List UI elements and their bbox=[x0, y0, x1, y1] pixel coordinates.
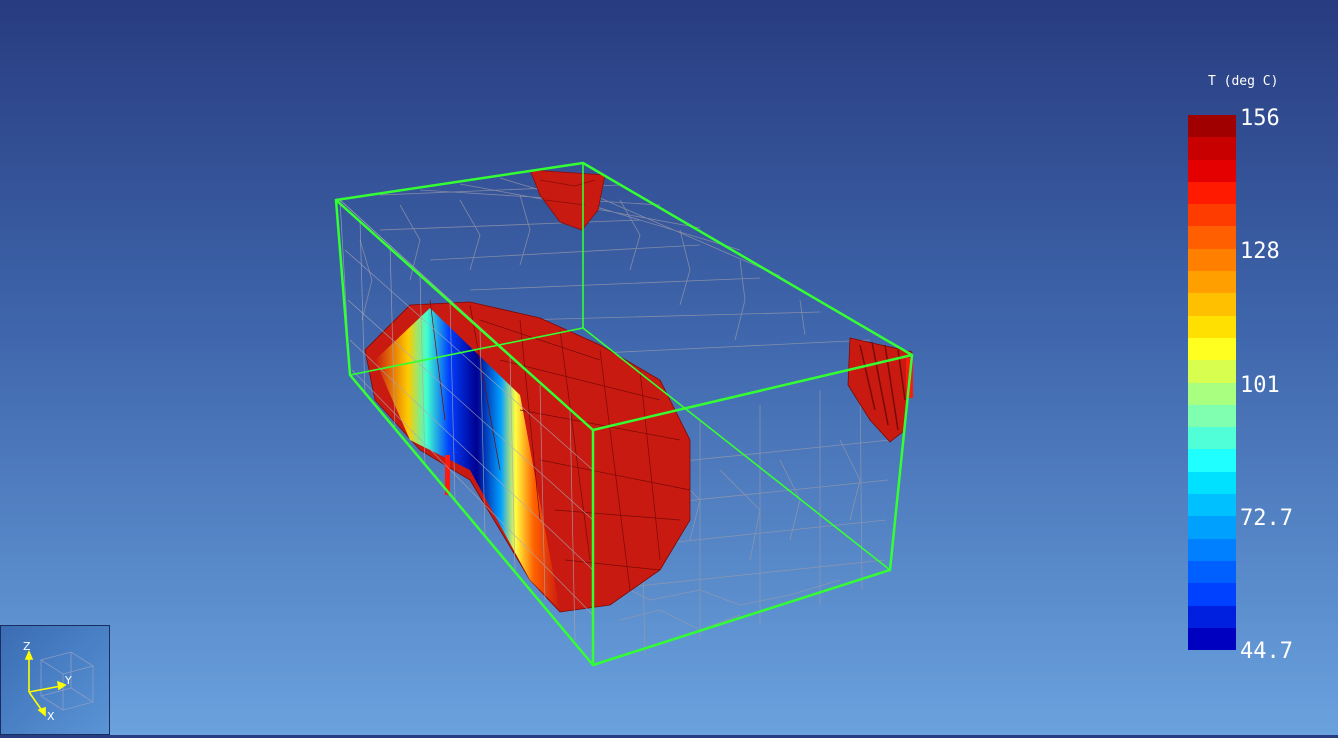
hot-region-right bbox=[847, 337, 913, 443]
colorbar-segment bbox=[1188, 315, 1236, 338]
colorbar-segment bbox=[1188, 115, 1236, 138]
colorbar-segment bbox=[1188, 248, 1236, 272]
colorbar-segment bbox=[1188, 159, 1236, 182]
3d-viewport[interactable] bbox=[0, 0, 1338, 735]
colorbar-segment bbox=[1188, 404, 1236, 428]
colorbar-tick-4: 72.7 bbox=[1240, 506, 1293, 531]
colorbar-segment bbox=[1188, 627, 1236, 651]
colorbar bbox=[1188, 115, 1236, 651]
colorbar-segment bbox=[1188, 204, 1236, 227]
colorbar-segment bbox=[1188, 271, 1236, 294]
colorbar-tick-max: 156 bbox=[1240, 106, 1280, 131]
colorbar-segment bbox=[1188, 471, 1236, 495]
axes-triad bbox=[24, 649, 94, 717]
colorbar-segment bbox=[1188, 449, 1236, 472]
colorbar-segment bbox=[1188, 382, 1236, 405]
colorbar-tick-3: 101 bbox=[1240, 373, 1280, 398]
axis-label-x: X bbox=[47, 710, 55, 723]
colorbar-segment bbox=[1188, 560, 1236, 584]
colorbar-segment bbox=[1188, 427, 1236, 450]
colorbar-segment bbox=[1188, 516, 1236, 539]
axis-label-z: Z bbox=[23, 640, 31, 653]
colorbar-segment bbox=[1188, 360, 1236, 383]
colorbar-segment bbox=[1188, 605, 1236, 628]
colorbar-tick-2: 128 bbox=[1240, 239, 1280, 264]
hot-region-top bbox=[529, 169, 606, 231]
colorbar-segment bbox=[1188, 583, 1236, 606]
colorbar-segment bbox=[1188, 538, 1236, 561]
colorbar-segment bbox=[1188, 137, 1236, 160]
legend-title: T (deg C) bbox=[1208, 74, 1279, 89]
colorbar-segment bbox=[1188, 494, 1236, 517]
colorbar-segment bbox=[1188, 226, 1236, 249]
colorbar-tick-min: 44.7 bbox=[1240, 639, 1293, 664]
colorbar-segment bbox=[1188, 337, 1236, 361]
colorbar-segment bbox=[1188, 293, 1236, 316]
hot-region-main bbox=[364, 299, 691, 613]
orientation-axes-widget[interactable]: Z Y X bbox=[0, 625, 110, 735]
axis-label-y: Y bbox=[65, 674, 72, 687]
colorbar-segment bbox=[1188, 181, 1236, 205]
